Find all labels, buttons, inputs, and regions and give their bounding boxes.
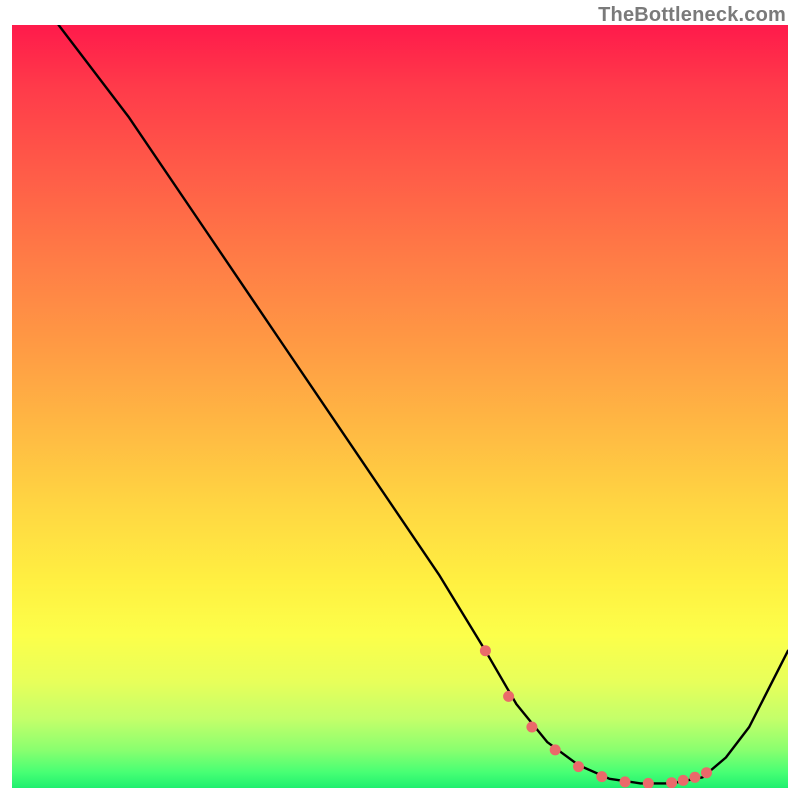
watermark-text: TheBottleneck.com bbox=[598, 4, 786, 27]
highlight-dot bbox=[701, 767, 712, 778]
optimum-highlight bbox=[480, 645, 712, 788]
highlight-dot bbox=[596, 771, 607, 782]
bottleneck-curve bbox=[59, 25, 788, 783]
highlight-dot bbox=[666, 777, 677, 788]
plot-area bbox=[12, 25, 788, 788]
highlight-dot bbox=[678, 775, 689, 786]
highlight-dot bbox=[526, 722, 537, 733]
chart-svg bbox=[12, 25, 788, 788]
highlight-dot bbox=[550, 744, 561, 755]
highlight-dot bbox=[689, 772, 700, 783]
highlight-dot bbox=[480, 645, 491, 656]
highlight-dot bbox=[573, 761, 584, 772]
highlight-dot bbox=[620, 776, 631, 787]
highlight-dot bbox=[503, 691, 514, 702]
chart-container: TheBottleneck.com bbox=[0, 0, 800, 800]
highlight-dot bbox=[643, 778, 654, 788]
